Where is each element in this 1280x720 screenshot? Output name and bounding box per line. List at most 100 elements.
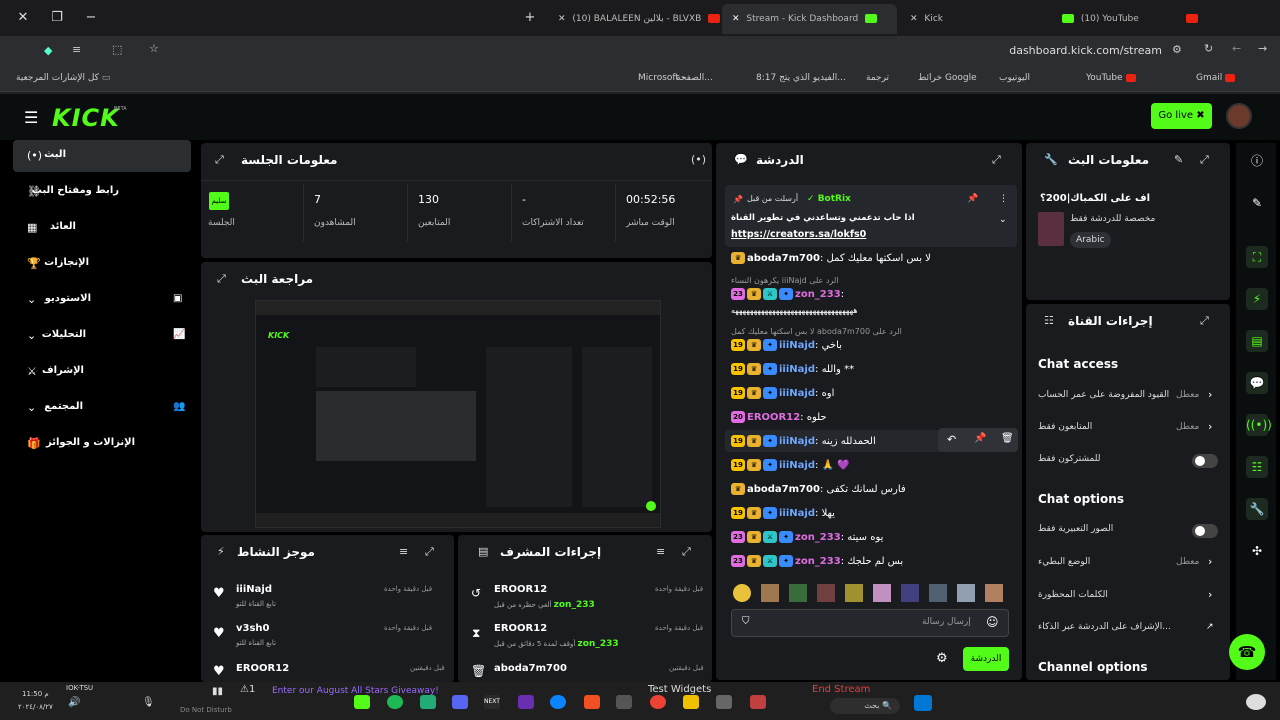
stream-preview-video[interactable]: KICK (255, 300, 661, 528)
chat-icon[interactable]: 💬 (1246, 372, 1268, 394)
help-headset-icon[interactable]: ☎ (1229, 634, 1265, 670)
sidebar-item-stream[interactable]: (•) البث (13, 140, 191, 172)
chat-message[interactable]: 23 ♛ ⚔ ✦ zon_233: يوه سيته (731, 531, 883, 551)
tab-kick-dashboard[interactable]: ✕ Stream - Kick Dashboard (722, 4, 897, 34)
sidebar-item-analytics[interactable]: ⌄ 📈 التحليلات (13, 320, 191, 352)
kick-icon[interactable] (354, 695, 370, 709)
option-banned-words[interactable]: الكلمات المحظورة (1038, 590, 1108, 600)
spotify-icon[interactable] (387, 695, 403, 709)
chat-message[interactable]: 19 ♛ ✦ iiiNajd: الحمدلله زينه (731, 435, 876, 455)
mod-action-target[interactable]: zon_233 (578, 639, 619, 649)
close-window-icon[interactable]: ✕ (13, 8, 33, 28)
sidebar-item-drops[interactable]: 🎁 الإنزالات و الجوائز (13, 428, 191, 460)
expand-icon[interactable]: ⤢ (425, 545, 434, 559)
chat-message[interactable]: 19 ♛ ✦ iiiNajd: 🙏 💜 (731, 459, 850, 479)
pin-icon[interactable]: 📌 (967, 194, 978, 204)
restore-window-icon[interactable]: ❐ (47, 8, 67, 28)
chrome-icon[interactable] (650, 695, 666, 709)
chevron-right-icon[interactable]: › (1208, 588, 1212, 601)
delete-icon[interactable]: 🗑 (1001, 433, 1014, 444)
external-link-icon[interactable]: ↗ (1206, 622, 1214, 632)
emote-icon[interactable] (817, 584, 835, 602)
all-bookmarks[interactable]: كل الإشارات المرجعية ▭ (16, 73, 110, 83)
filter-icon[interactable]: ≡ (656, 545, 665, 558)
scan-icon[interactable]: ⛶ (1246, 246, 1268, 268)
edit-icon[interactable]: ✎ (1174, 153, 1183, 166)
tab-close-icon[interactable]: ✕ (732, 14, 740, 24)
reload-icon[interactable]: ↻ (1204, 42, 1213, 55)
chat-username[interactable]: zon_233 (795, 289, 841, 300)
option-followers-only[interactable]: المتابعون فقط (1038, 422, 1092, 432)
avatar[interactable] (1226, 103, 1252, 129)
chevron-down-icon[interactable]: ⌄ (999, 215, 1007, 225)
test-widgets[interactable]: Test Widgets (648, 684, 711, 695)
sidebar-item-revenue[interactable]: ▦ العائد (13, 212, 191, 244)
emote-icon[interactable] (957, 584, 975, 602)
expand-icon[interactable]: ⤢ (1200, 153, 1209, 167)
emote-icon[interactable] (789, 584, 807, 602)
discord-icon[interactable] (452, 695, 468, 709)
expand-icon[interactable]: ⤢ (682, 545, 691, 559)
bookmark-translate[interactable]: ترجمة (866, 73, 889, 83)
go-live-button[interactable]: Go live ✖ (1151, 103, 1212, 129)
mod-action-target[interactable]: zon_233 (554, 600, 595, 610)
option-account-age[interactable]: القيود المفروضة على عمر الحساب (1038, 390, 1169, 400)
forward-icon[interactable]: ← (1232, 42, 1241, 55)
emote-icon[interactable] (873, 584, 891, 602)
category-thumbnail[interactable] (1038, 212, 1064, 246)
tab-balaleen[interactable]: ✕ (10) BALALEEN بلالين - BLVXB (548, 4, 720, 34)
shield-icon[interactable]: ⛉ (742, 616, 750, 627)
chat-message[interactable]: 19 ♛ ✦ iiiNajd: اوه (731, 387, 834, 407)
mic-icon[interactable]: 🎙 (142, 697, 155, 708)
reply-icon[interactable]: ↶ (947, 433, 956, 446)
feed-username[interactable]: v3sh0 (236, 623, 270, 634)
chat-input[interactable]: ⛉ إرسال رسالة ☺ (731, 609, 1009, 637)
volume-icon[interactable]: 🔊 (68, 697, 80, 708)
share-icon[interactable]: ⬚ (112, 43, 122, 56)
stats-icon[interactable]: ▮▮ (212, 686, 223, 697)
broadcast-icon[interactable]: ((•)) (1246, 414, 1272, 436)
chevron-right-icon[interactable]: › (1208, 420, 1212, 433)
expand-icon[interactable]: ⤢ (1200, 314, 1209, 328)
chat-username[interactable]: iiiNajd (779, 436, 815, 447)
edge-icon[interactable] (550, 695, 566, 709)
chevron-right-icon[interactable]: › (1208, 555, 1212, 568)
star-icon[interactable]: ☆ (149, 42, 159, 55)
bolt-icon[interactable]: ⚡ (1246, 288, 1268, 310)
chat-message[interactable]: 20 EROOR12: حلوه (731, 411, 827, 431)
feed-username[interactable]: aboda7m700 (494, 663, 567, 674)
bookmark-maps[interactable]: خرائط Google (918, 73, 977, 83)
bookmark-gmail[interactable]: Gmail (1196, 73, 1236, 83)
send-chat-button[interactable]: الدردشة (963, 647, 1009, 671)
wrench-icon[interactable]: 🔧 (1246, 498, 1268, 520)
bookmark-video[interactable]: 8:17 الفيديو الذي يتج... (756, 73, 846, 83)
chat-message[interactable]: ♛ aboda7m700: فارس لسانك تكفى (731, 483, 906, 503)
chat-username[interactable]: zon_233 (795, 556, 841, 567)
folder-icon[interactable] (683, 695, 699, 709)
nexus-icon[interactable]: NEXT (484, 695, 500, 709)
chevron-right-icon[interactable]: › (1208, 388, 1212, 401)
chat-username[interactable]: zon_233 (795, 532, 841, 543)
expand-icon[interactable]: ⤢ (217, 272, 226, 286)
emote-icon[interactable] (929, 584, 947, 602)
windows-start-icon[interactable] (914, 695, 932, 711)
end-stream-button[interactable]: End Stream (812, 684, 870, 695)
filter-icon[interactable]: ≡ (399, 545, 408, 558)
chat-message[interactable]: 19 ♛ ✦ iiiNajd: والله ** (731, 363, 854, 383)
kick-logo[interactable]: KICK (52, 104, 120, 132)
chat-username[interactable]: iiiNajd (779, 364, 815, 375)
emote-icon[interactable] (985, 584, 1003, 602)
expand-icon[interactable]: ⤢ (215, 153, 224, 167)
tune-icon[interactable]: ≡ (72, 43, 81, 56)
pencil-icon[interactable]: ✎ (1246, 192, 1268, 214)
menu-icon[interactable]: ☰ (24, 108, 38, 127)
chat-username[interactable]: iiiNajd (779, 388, 815, 399)
minimize-window-icon[interactable]: − (81, 8, 101, 28)
store-icon[interactable] (584, 695, 600, 709)
chat-username[interactable]: iiiNajd (779, 508, 815, 519)
app-icon[interactable] (518, 695, 534, 709)
bookmark-youtube[interactable]: YouTube (1086, 73, 1136, 83)
more-icon[interactable]: ⋮ (999, 194, 1008, 204)
tab-kick[interactable]: ✕ Kick (900, 4, 1075, 34)
sidebar-item-moderation[interactable]: ⚔ الإشراف (13, 356, 191, 388)
